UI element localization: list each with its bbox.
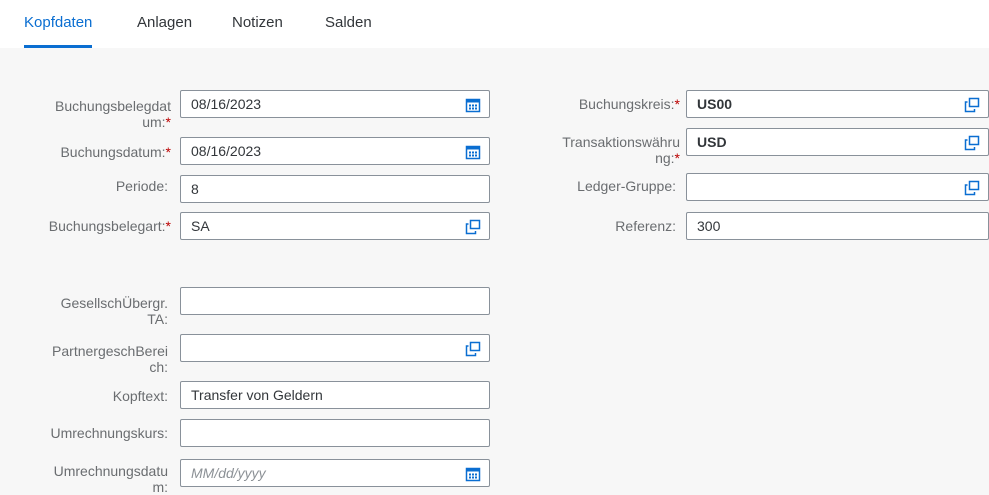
label-transaktionswaehrung: Transaktionswähru ng:* bbox=[562, 134, 680, 166]
tab-anlagen[interactable]: Anlagen bbox=[137, 0, 192, 48]
value-help-icon[interactable] bbox=[964, 97, 980, 113]
required-marker: * bbox=[674, 150, 680, 166]
label-gesellschuebergr: GesellschÜbergr. TA: bbox=[60, 295, 168, 327]
required-marker: * bbox=[165, 114, 171, 130]
partnergeschbereich-input[interactable] bbox=[180, 334, 490, 362]
label-buchungskreis: Buchungskreis:* bbox=[578, 96, 680, 112]
required-marker: * bbox=[165, 218, 171, 234]
tab-salden[interactable]: Salden bbox=[325, 0, 372, 48]
kopftext-input[interactable]: Transfer von Geldern bbox=[180, 381, 490, 409]
value-help-icon[interactable] bbox=[465, 341, 481, 357]
label-buchungsbelegart: Buchungsbelegart:* bbox=[48, 218, 171, 234]
ledger-gruppe-input[interactable] bbox=[686, 173, 989, 201]
label-buchungsdatum: Buchungsdatum:* bbox=[60, 144, 171, 160]
value-help-icon[interactable] bbox=[964, 180, 980, 196]
calendar-icon[interactable] bbox=[465, 466, 481, 482]
buchungsdatum-input[interactable]: 08/16/2023 bbox=[180, 137, 490, 165]
tab-bar: Kopfdaten Anlagen Notizen Salden bbox=[0, 0, 989, 48]
label-buchungsbelegdatum: Buchungsbelegdat um:* bbox=[55, 98, 171, 130]
tab-kopfdaten[interactable]: Kopfdaten bbox=[24, 0, 93, 48]
label-ledger-gruppe: Ledger-Gruppe: bbox=[577, 178, 676, 194]
label-partnergeschbereich: PartnergeschBerei ch: bbox=[52, 343, 168, 375]
value-help-icon[interactable] bbox=[465, 219, 481, 235]
gesellschuebergr-input[interactable] bbox=[180, 287, 490, 315]
label-referenz: Referenz: bbox=[615, 218, 676, 234]
buchungskreis-input[interactable]: US00 bbox=[686, 90, 989, 118]
label-periode: Periode: bbox=[115, 178, 168, 194]
tab-notizen[interactable]: Notizen bbox=[232, 0, 283, 48]
periode-input[interactable]: 8 bbox=[180, 175, 490, 203]
umrechnungsdatum-input[interactable]: MM/dd/yyyy bbox=[180, 459, 490, 487]
umrechnungskurs-input[interactable] bbox=[180, 419, 490, 447]
label-umrechnungskurs: Umrechnungskurs: bbox=[50, 425, 169, 441]
required-marker: * bbox=[165, 144, 171, 160]
label-kopftext: Kopftext: bbox=[112, 388, 168, 404]
required-marker: * bbox=[674, 96, 680, 112]
calendar-icon[interactable] bbox=[465, 97, 481, 113]
buchungsbelegdatum-input[interactable]: 08/16/2023 bbox=[180, 90, 490, 118]
value-help-icon[interactable] bbox=[964, 135, 980, 151]
referenz-input[interactable]: 300 bbox=[686, 212, 989, 240]
form-content: Buchungsbelegdat um:* 08/16/2023 Buchung… bbox=[0, 48, 989, 495]
calendar-icon[interactable] bbox=[465, 144, 481, 160]
transaktionswaehrung-input[interactable]: USD bbox=[686, 128, 989, 156]
buchungsbelegart-input[interactable]: SA bbox=[180, 212, 490, 240]
label-umrechnungsdatum: Umrechnungsdatu m: bbox=[53, 463, 168, 495]
